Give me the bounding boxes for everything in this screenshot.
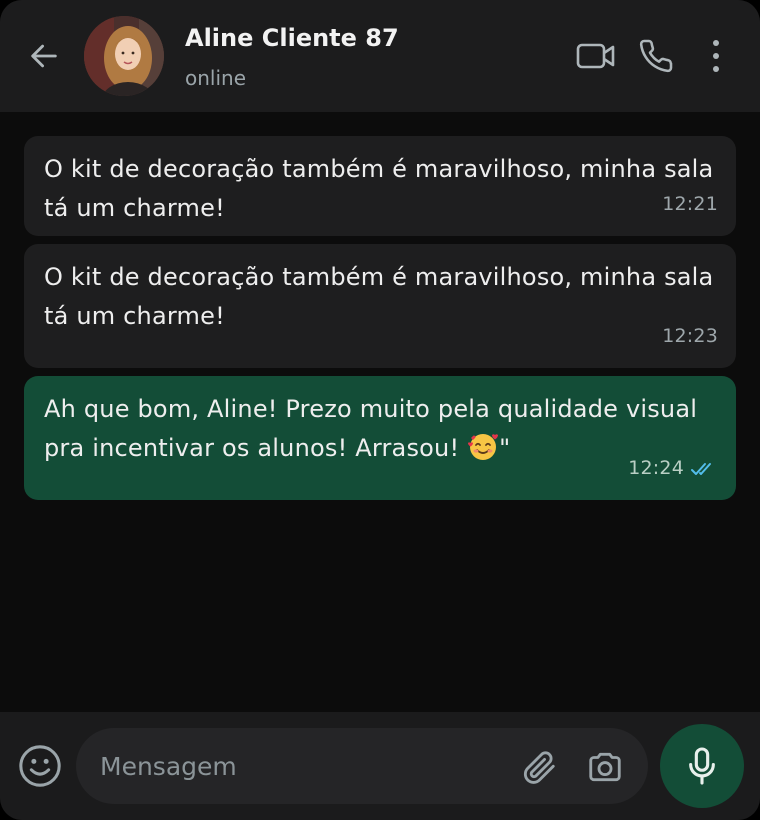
video-call-button[interactable] bbox=[574, 36, 618, 76]
chat-header: Aline Cliente 87 online bbox=[0, 0, 760, 112]
voice-message-button[interactable] bbox=[660, 724, 744, 808]
contact-status: online bbox=[185, 66, 247, 90]
microphone-icon bbox=[689, 747, 715, 785]
message-bubble-incoming[interactable]: O kit de decoração também é maravilhoso,… bbox=[24, 136, 736, 236]
message-trailing-text: " bbox=[499, 434, 511, 462]
smiling-face-with-hearts-emoji bbox=[468, 434, 499, 460]
double-check-icon bbox=[691, 462, 711, 475]
avatar[interactable] bbox=[84, 16, 164, 96]
contact-name[interactable]: Aline Cliente 87 bbox=[185, 24, 399, 52]
composer-bar bbox=[0, 712, 760, 820]
message-bubble-outgoing[interactable]: Ah que bom, Aline! Prezo muito pela qual… bbox=[24, 376, 736, 500]
emoji-button[interactable] bbox=[16, 742, 64, 790]
message-time: 12:23 bbox=[662, 325, 718, 347]
message-time: 12:24 bbox=[628, 457, 684, 479]
message-time: 12:21 bbox=[662, 193, 718, 215]
video-camera-icon bbox=[576, 43, 615, 69]
message-list[interactable]: O kit de decoração também é maravilhoso,… bbox=[0, 112, 760, 712]
paperclip-icon bbox=[523, 751, 555, 784]
arrow-left-icon bbox=[31, 44, 57, 68]
attach-button[interactable] bbox=[516, 744, 562, 790]
message-text-wrap: Ah que bom, Aline! Prezo muito pela qual… bbox=[44, 390, 716, 468]
voice-call-button[interactable] bbox=[636, 36, 676, 76]
chat-window: Aline Cliente 87 online O kit de decoraç… bbox=[0, 0, 760, 820]
phone-icon bbox=[639, 39, 673, 73]
message-text: O kit de decoração também é maravilhoso,… bbox=[44, 263, 714, 330]
message-text: Ah que bom, Aline! Prezo muito pela qual… bbox=[44, 395, 698, 462]
message-text: O kit de decoração também é maravilhoso,… bbox=[44, 155, 714, 222]
message-bubble-incoming[interactable]: O kit de decoração também é maravilhoso,… bbox=[24, 244, 736, 368]
message-meta: 12:21 bbox=[662, 185, 718, 224]
contact-photo bbox=[84, 16, 164, 96]
more-vertical-icon bbox=[713, 40, 719, 72]
back-button[interactable] bbox=[24, 36, 64, 76]
message-input-container bbox=[76, 728, 648, 804]
more-options-button[interactable] bbox=[702, 36, 730, 76]
camera-icon bbox=[589, 752, 621, 782]
message-input[interactable] bbox=[100, 748, 500, 784]
emoji-face-icon bbox=[19, 745, 61, 787]
camera-button[interactable] bbox=[582, 744, 628, 790]
message-meta: 12:23 bbox=[662, 317, 718, 356]
message-meta: 12:24 bbox=[628, 449, 718, 488]
